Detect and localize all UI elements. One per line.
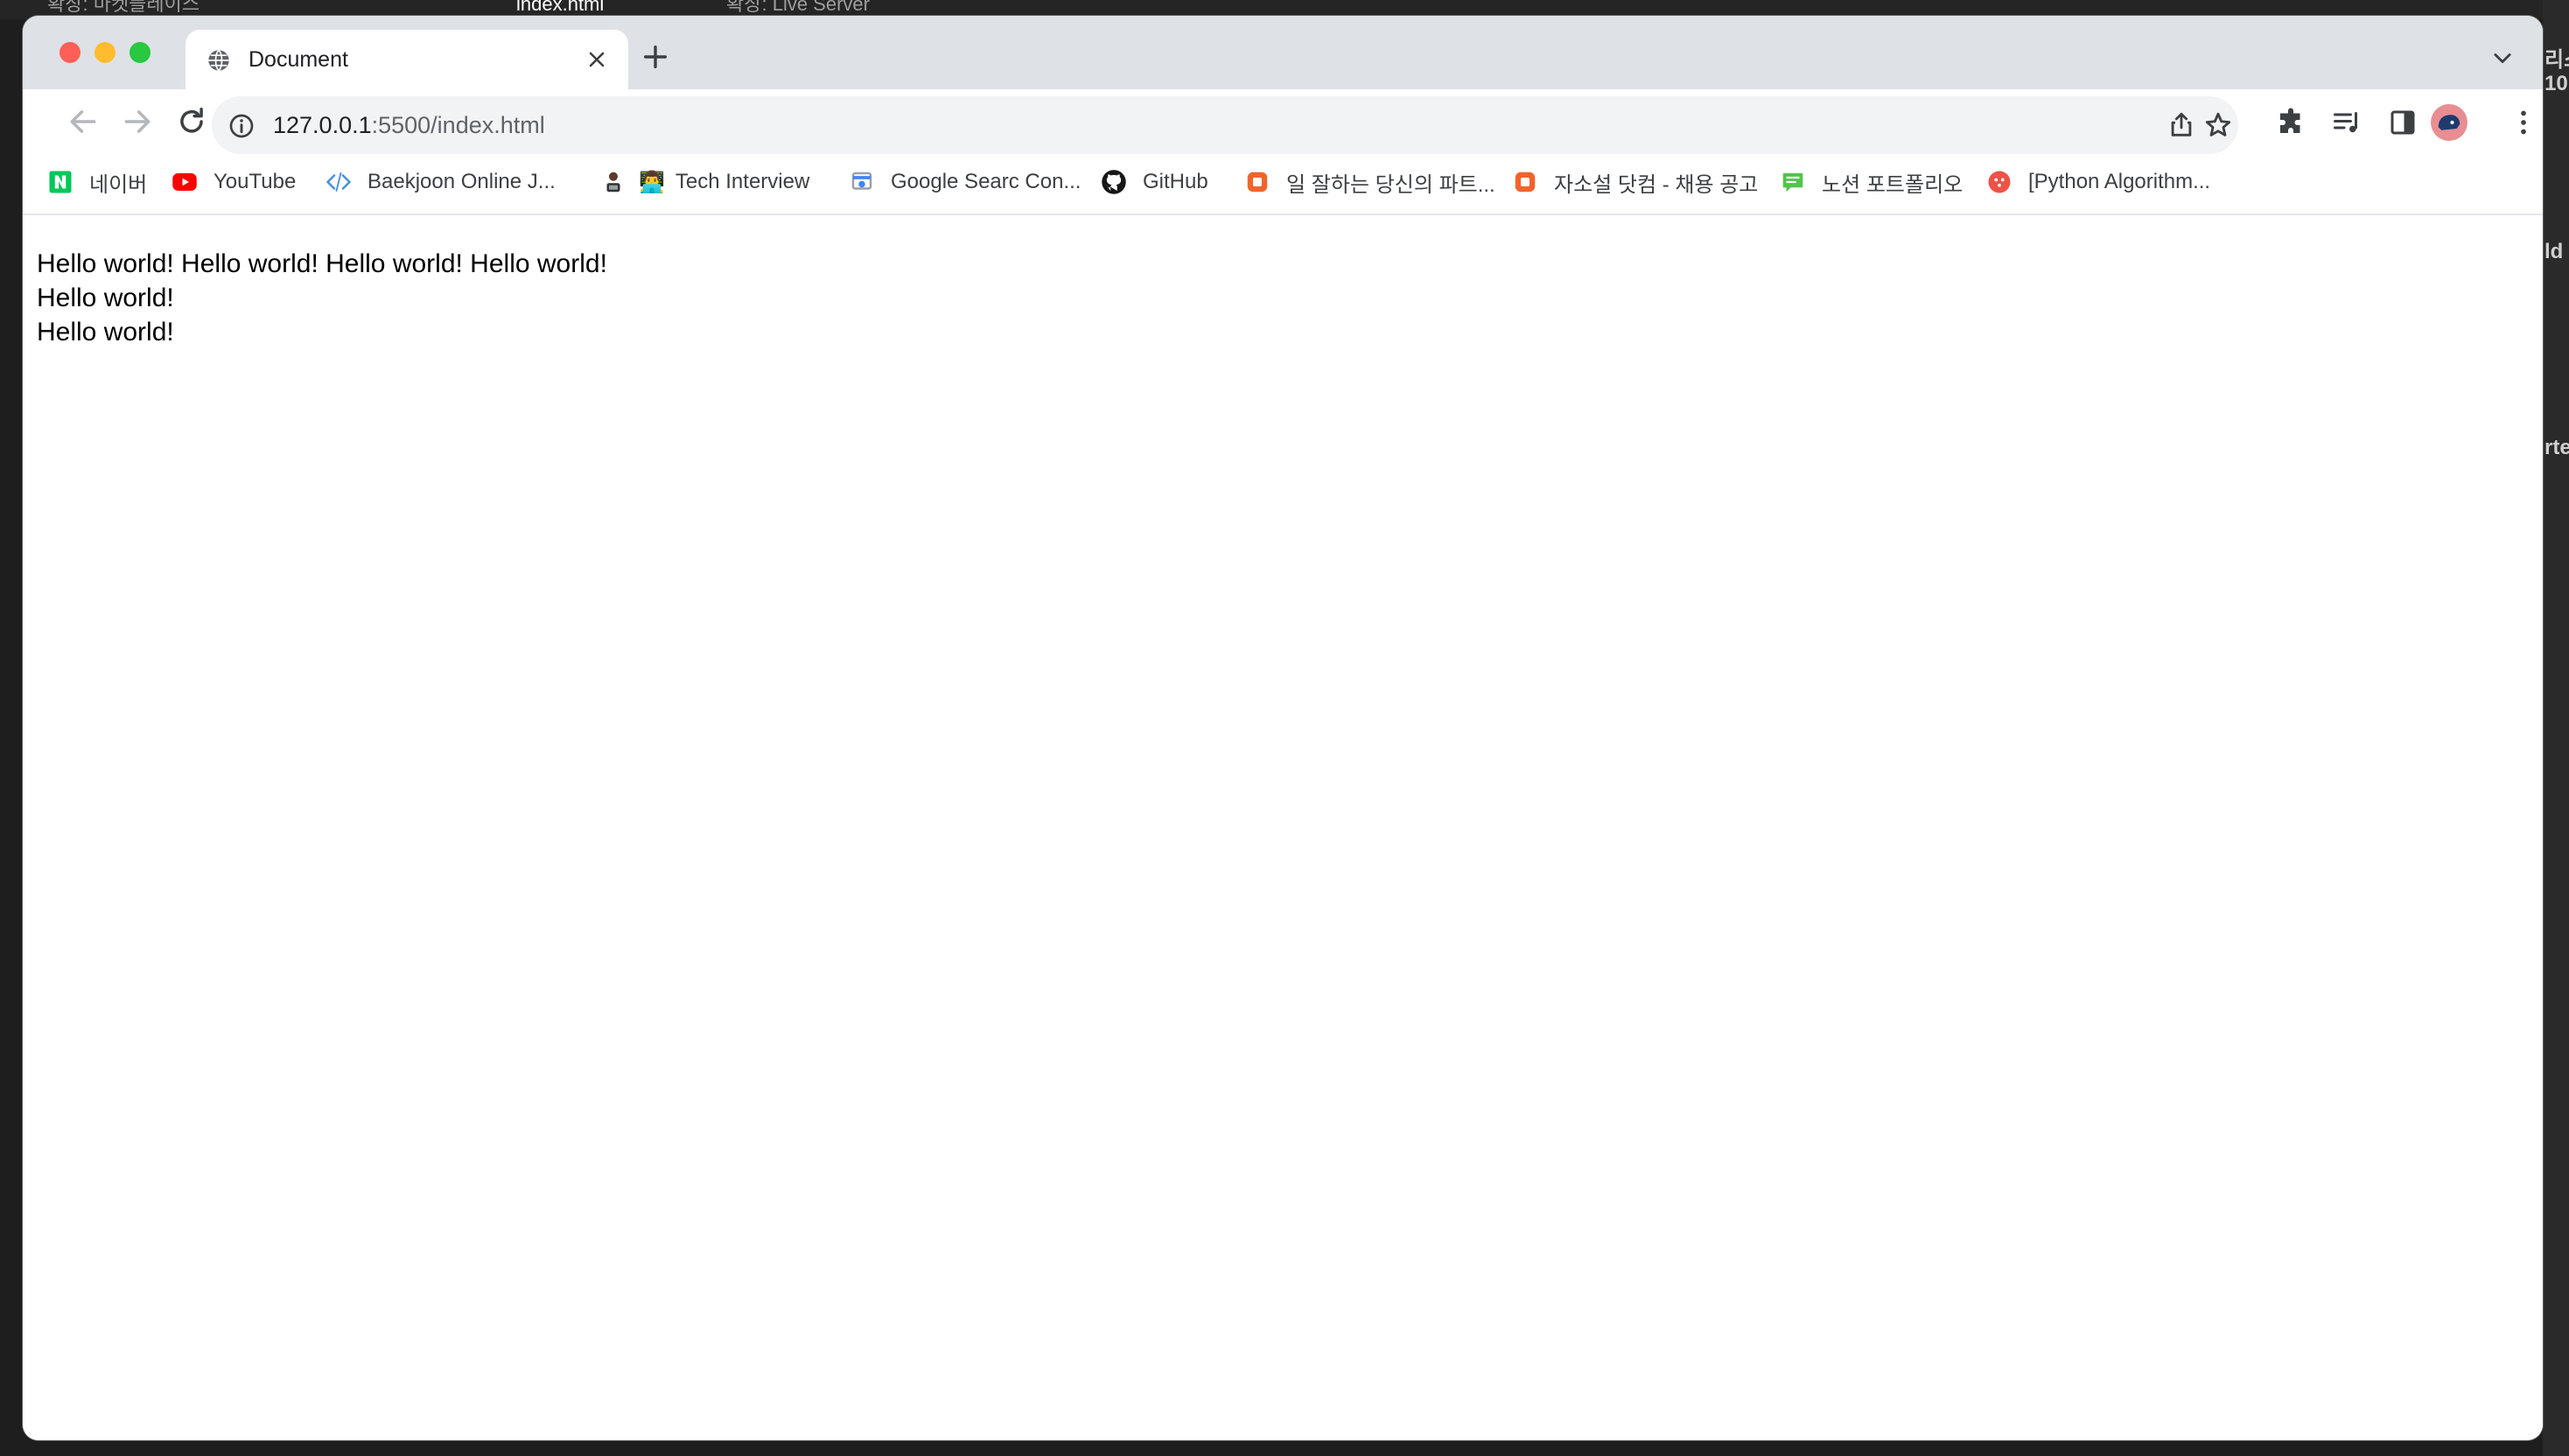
side-panel-icon[interactable]	[2387, 107, 2418, 138]
background-tab-index-html: index.html	[516, 0, 605, 15]
bookmark-label: GitHub	[1143, 170, 1208, 193]
github-icon	[1102, 170, 1126, 194]
background-fragment: 리스	[2544, 48, 2569, 72]
close-icon[interactable]	[584, 47, 609, 72]
avatar-image	[2438, 115, 2460, 130]
blog-icon	[1782, 173, 1803, 192]
bookmark-python-algorithm[interactable]: [Python Algorithm...	[1986, 166, 2210, 198]
bookmark-label: 일 잘하는 당신의 파트...	[1286, 172, 1495, 197]
body-text-line: Hello world! Hello world! Hello world! H…	[37, 249, 607, 278]
orange-square-icon	[1515, 172, 1536, 192]
code-brackets-icon	[326, 172, 351, 192]
url-text[interactable]: 127.0.0.1:5500/index.html	[273, 110, 545, 140]
bookmark-star-icon[interactable]	[2203, 110, 2233, 140]
bookmark-jasoseol[interactable]: 자소설 닷컴 - 채용 공고	[1512, 166, 1758, 198]
background-editor-right-edge: 리스 10 ld rte	[2543, 0, 2569, 1456]
page-content: Hello world! Hello world! Hello world! H…	[23, 215, 2543, 1440]
bookmark-tech-interview[interactable]: 👨‍💻 Tech Interview	[600, 166, 809, 198]
bookmarks-bar: 네이버 YouTube Baekjoon Online J... 👨‍💻 Te	[23, 154, 2543, 215]
window-close-button[interactable]	[60, 42, 80, 63]
window-maximize-button[interactable]	[130, 42, 150, 63]
tab-title: Document	[248, 47, 348, 72]
background-fragment: rte	[2544, 436, 2569, 459]
background-tab-marketplace: 확장: 마켓플레이스	[47, 0, 200, 15]
bookmark-label: 노션 포트폴리오	[1822, 172, 1964, 197]
browser-toolbar: 127.0.0.1:5500/index.html	[23, 89, 2543, 154]
orange-square-icon	[1247, 172, 1268, 192]
body-text-line: Hello world!	[37, 318, 174, 346]
body-text-line: Hello world!	[37, 284, 174, 312]
bookmark-github[interactable]: GitHub	[1101, 166, 1208, 198]
new-tab-button[interactable]	[640, 42, 670, 72]
search-console-icon	[851, 172, 872, 190]
background-status-area	[23, 1440, 2543, 1456]
bookmark-notion-portfolio[interactable]: 노션 포트폴리오	[1780, 166, 1963, 198]
bookmark-youtube[interactable]: YouTube	[172, 166, 296, 198]
person-emoji-icon: 👨‍💻	[639, 170, 665, 194]
bookmark-google-search-console[interactable]: Google Searc Con...	[849, 166, 1081, 198]
reload-icon[interactable]	[175, 105, 208, 138]
background-tab-live-server: 확장: Live Server	[726, 0, 870, 15]
browser-window: Document 127.0.0.1:5500/index.html 네이버 Y…	[23, 16, 2543, 1440]
bookmark-partner[interactable]: 일 잘하는 당신의 파트...	[1244, 166, 1495, 198]
bookmark-label: Tech Interview	[675, 170, 810, 193]
bookmark-label: 자소설 닷컴 - 채용 공고	[1554, 172, 1759, 197]
share-icon[interactable]	[2166, 110, 2196, 140]
bookmark-naver[interactable]: 네이버	[47, 166, 147, 198]
extensions-puzzle-icon[interactable]	[2275, 107, 2306, 138]
more-menu-icon[interactable]	[2508, 107, 2539, 138]
url-path: :5500/index.html	[371, 112, 545, 138]
youtube-icon	[172, 173, 197, 191]
globe-icon	[208, 49, 229, 72]
info-icon[interactable]	[228, 112, 256, 140]
tab-document[interactable]: Document	[186, 30, 628, 89]
forward-arrow-icon[interactable]	[121, 105, 154, 138]
window-minimize-button[interactable]	[94, 42, 116, 63]
media-queue-icon[interactable]	[2331, 107, 2362, 138]
bookmark-label: 네이버	[89, 172, 148, 197]
background-fragment: ld	[2544, 240, 2564, 263]
tab-strip: Document	[23, 16, 2543, 89]
bookmark-label: [Python Algorithm...	[2028, 170, 2211, 193]
red-circle-icon	[1988, 171, 2011, 193]
bookmark-baekjoon[interactable]: Baekjoon Online J...	[326, 166, 556, 198]
background-fragment: 10	[2544, 72, 2568, 95]
profile-avatar[interactable]	[2431, 104, 2468, 141]
developer-emoji-icon	[606, 172, 620, 192]
address-bar[interactable]: 127.0.0.1:5500/index.html	[212, 96, 2238, 154]
url-host: 127.0.0.1	[273, 112, 372, 138]
naver-icon	[49, 171, 72, 193]
bookmark-label: Baekjoon Online J...	[368, 170, 556, 193]
back-arrow-icon[interactable]	[66, 105, 100, 138]
chevron-down-icon[interactable]	[2490, 46, 2515, 70]
bookmark-label: Google Searc Con...	[891, 170, 1082, 193]
bookmark-label: YouTube	[214, 170, 297, 193]
